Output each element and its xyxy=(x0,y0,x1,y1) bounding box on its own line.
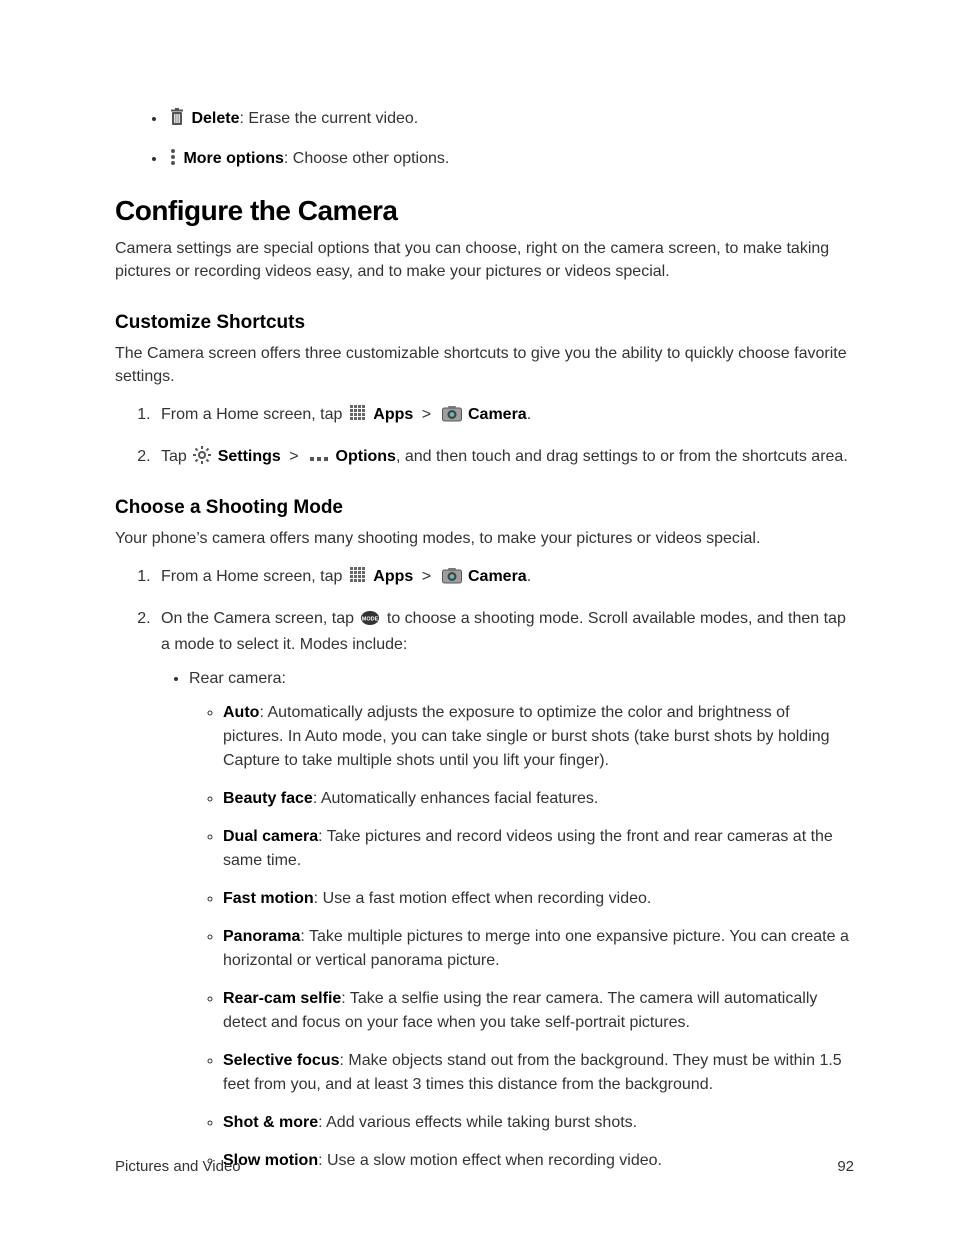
camera-icon xyxy=(442,402,462,428)
mode-item: Panorama: Take multiple pictures to merg… xyxy=(223,925,854,973)
page-footer: Pictures and Video 92 xyxy=(115,1158,854,1175)
step-text: On the Camera screen, tap xyxy=(161,610,358,627)
step-item: From a Home screen, tap Apps > Camera. xyxy=(155,402,854,428)
mode-desc: : Use a fast motion effect when recordin… xyxy=(314,890,652,907)
mode-desc: : Add various effects while taking burst… xyxy=(318,1114,637,1131)
shooting-steps: From a Home screen, tap Apps > Camera. O… xyxy=(115,564,854,1173)
footer-section: Pictures and Video xyxy=(115,1158,241,1175)
step-text: Tap xyxy=(161,448,191,465)
camera-label: Camera xyxy=(468,406,527,423)
page-number: 92 xyxy=(837,1158,854,1175)
list-item: More options: Choose other options. xyxy=(167,146,854,172)
mode-desc: : Automatically enhances facial features… xyxy=(313,790,599,807)
mode-desc: : Take multiple pictures to merge into o… xyxy=(223,928,849,969)
camera-icon xyxy=(442,564,462,590)
mode-name: Selective focus xyxy=(223,1052,340,1069)
apps-label: Apps xyxy=(373,568,413,585)
item-label: Delete xyxy=(191,110,239,127)
camera-label: Camera xyxy=(468,568,527,585)
step-item: From a Home screen, tap Apps > Camera. xyxy=(155,564,854,590)
options-dots-icon xyxy=(309,444,329,470)
settings-label: Settings xyxy=(218,448,281,465)
mode-name: Rear-cam selfie xyxy=(223,990,341,1007)
more-vert-icon xyxy=(169,146,177,172)
gear-icon xyxy=(193,444,211,470)
options-label: Options xyxy=(336,448,396,465)
period: . xyxy=(527,406,531,423)
list-item: Rear camera: Auto: Automatically adjusts… xyxy=(189,667,854,1173)
item-desc: : Choose other options. xyxy=(284,150,449,167)
mode-item: Shot & more: Add various effects while t… xyxy=(223,1111,854,1135)
item-label: More options xyxy=(183,150,283,167)
mode-item: Beauty face: Automatically enhances faci… xyxy=(223,787,854,811)
separator: > xyxy=(417,406,435,423)
item-desc: : Erase the current video. xyxy=(239,110,418,127)
mode-item: Rear-cam selfie: Take a selfie using the… xyxy=(223,987,854,1035)
rear-camera-group: Rear camera: Auto: Automatically adjusts… xyxy=(161,667,854,1173)
separator: > xyxy=(285,448,303,465)
intro-paragraph: Camera settings are special options that… xyxy=(115,237,854,283)
separator: > xyxy=(417,568,435,585)
list-item: Delete: Erase the current video. xyxy=(167,106,854,132)
rear-camera-label: Rear camera: xyxy=(189,670,286,687)
mode-name: Beauty face xyxy=(223,790,313,807)
mode-name: Dual camera xyxy=(223,828,318,845)
svg-text:MODE: MODE xyxy=(362,617,379,623)
mode-name: Shot & more xyxy=(223,1114,318,1131)
customize-paragraph: The Camera screen offers three customiza… xyxy=(115,342,854,388)
mode-name: Auto xyxy=(223,704,259,721)
mode-icon: MODE xyxy=(360,606,380,632)
mode-item: Dual camera: Take pictures and record vi… xyxy=(223,825,854,873)
modes-list: Auto: Automatically adjusts the exposure… xyxy=(189,701,854,1173)
step-text: From a Home screen, tap xyxy=(161,568,347,585)
top-bullet-list: Delete: Erase the current video. More op… xyxy=(115,106,854,171)
step-item: Tap Settings > Options, and then touch a… xyxy=(155,444,854,470)
apps-label: Apps xyxy=(373,406,413,423)
mode-item: Selective focus: Make objects stand out … xyxy=(223,1049,854,1097)
step-text: From a Home screen, tap xyxy=(161,406,347,423)
shooting-heading: Choose a Shooting Mode xyxy=(115,497,854,519)
customize-steps: From a Home screen, tap Apps > Camera. T… xyxy=(115,402,854,469)
apps-grid-icon xyxy=(349,402,367,428)
mode-desc: : Automatically adjusts the exposure to … xyxy=(223,704,830,769)
step-text-end: , and then touch and drag settings to or… xyxy=(396,448,848,465)
apps-grid-icon xyxy=(349,564,367,590)
mode-name: Fast motion xyxy=(223,890,314,907)
mode-name: Panorama xyxy=(223,928,300,945)
section-heading: Configure the Camera xyxy=(115,195,854,227)
step-item: On the Camera screen, tap MODE to choose… xyxy=(155,606,854,1173)
page: Delete: Erase the current video. More op… xyxy=(0,0,954,1235)
customize-heading: Customize Shortcuts xyxy=(115,312,854,334)
trash-icon xyxy=(169,106,185,132)
mode-item: Fast motion: Use a fast motion effect wh… xyxy=(223,887,854,911)
mode-item: Auto: Automatically adjusts the exposure… xyxy=(223,701,854,773)
period: . xyxy=(527,568,531,585)
shooting-paragraph: Your phone’s camera offers many shooting… xyxy=(115,527,854,550)
